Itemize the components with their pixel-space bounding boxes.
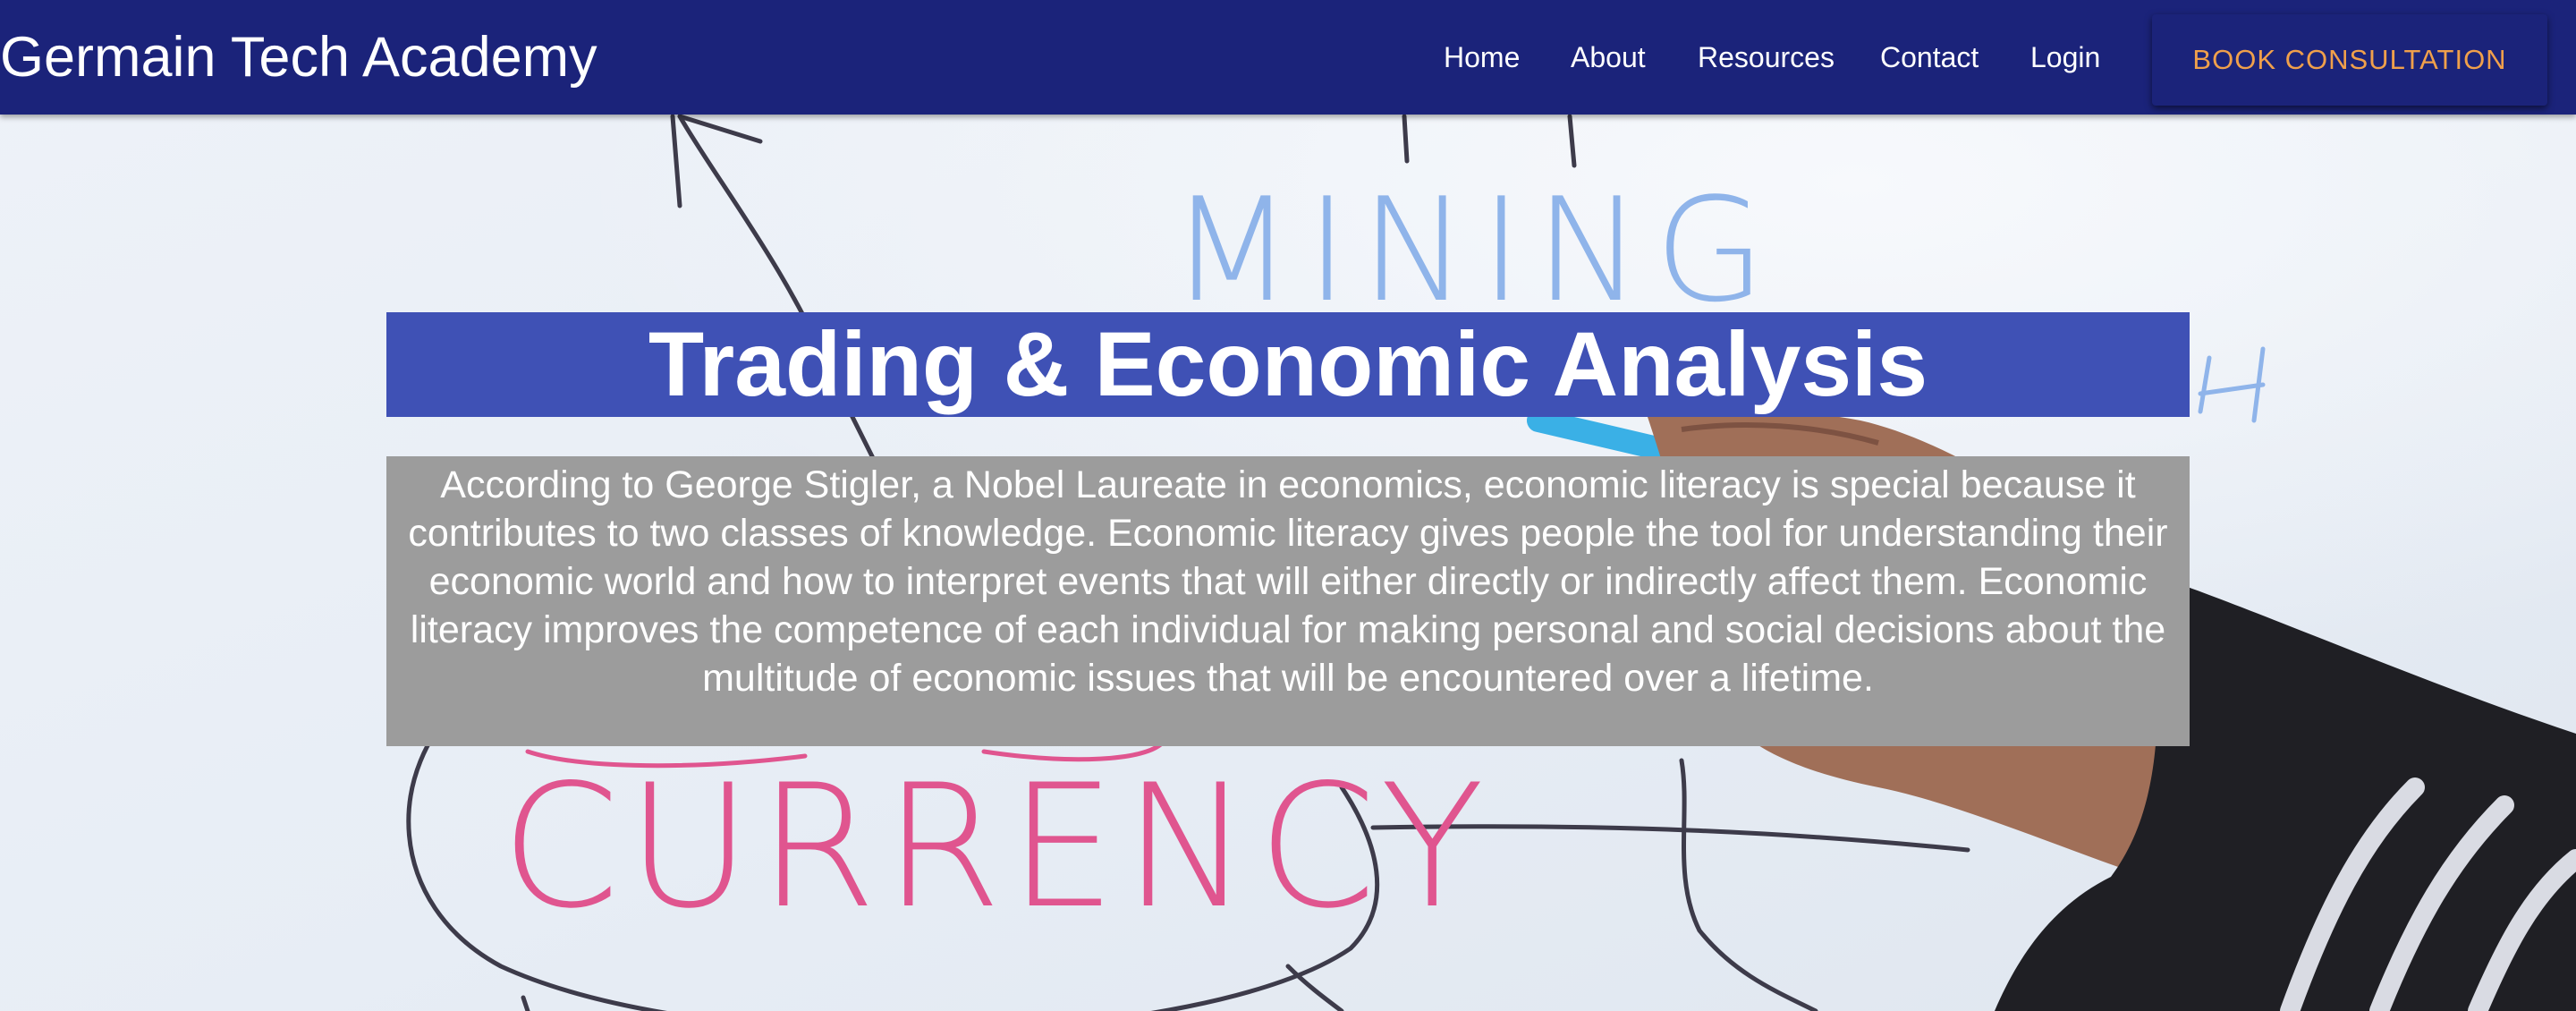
mining-word: MINING xyxy=(1170,166,1778,334)
top-navbar: Germain Tech Academy Home About Resource… xyxy=(0,0,2576,115)
hero-description: According to George Stigler, a Nobel Lau… xyxy=(408,463,2168,700)
currency-word: CURRENCY xyxy=(501,748,1491,946)
nav-link-login[interactable]: Login xyxy=(2030,39,2100,75)
hero-description-box: According to George Stigler, a Nobel Lau… xyxy=(386,456,2190,746)
hero-title-banner: Trading & Economic Analysis xyxy=(386,312,2190,417)
nav-link-about[interactable]: About xyxy=(1571,39,1646,75)
mindmap-line xyxy=(1402,114,1410,164)
nav-link-home[interactable]: Home xyxy=(1444,39,1520,75)
hero-title: Trading & Economic Analysis xyxy=(648,313,1928,415)
book-consultation-button[interactable]: BOOK CONSULTATION xyxy=(2152,14,2547,106)
nav-link-contact[interactable]: Contact xyxy=(1880,39,1979,75)
nav-link-resources[interactable]: Resources xyxy=(1698,39,1835,75)
